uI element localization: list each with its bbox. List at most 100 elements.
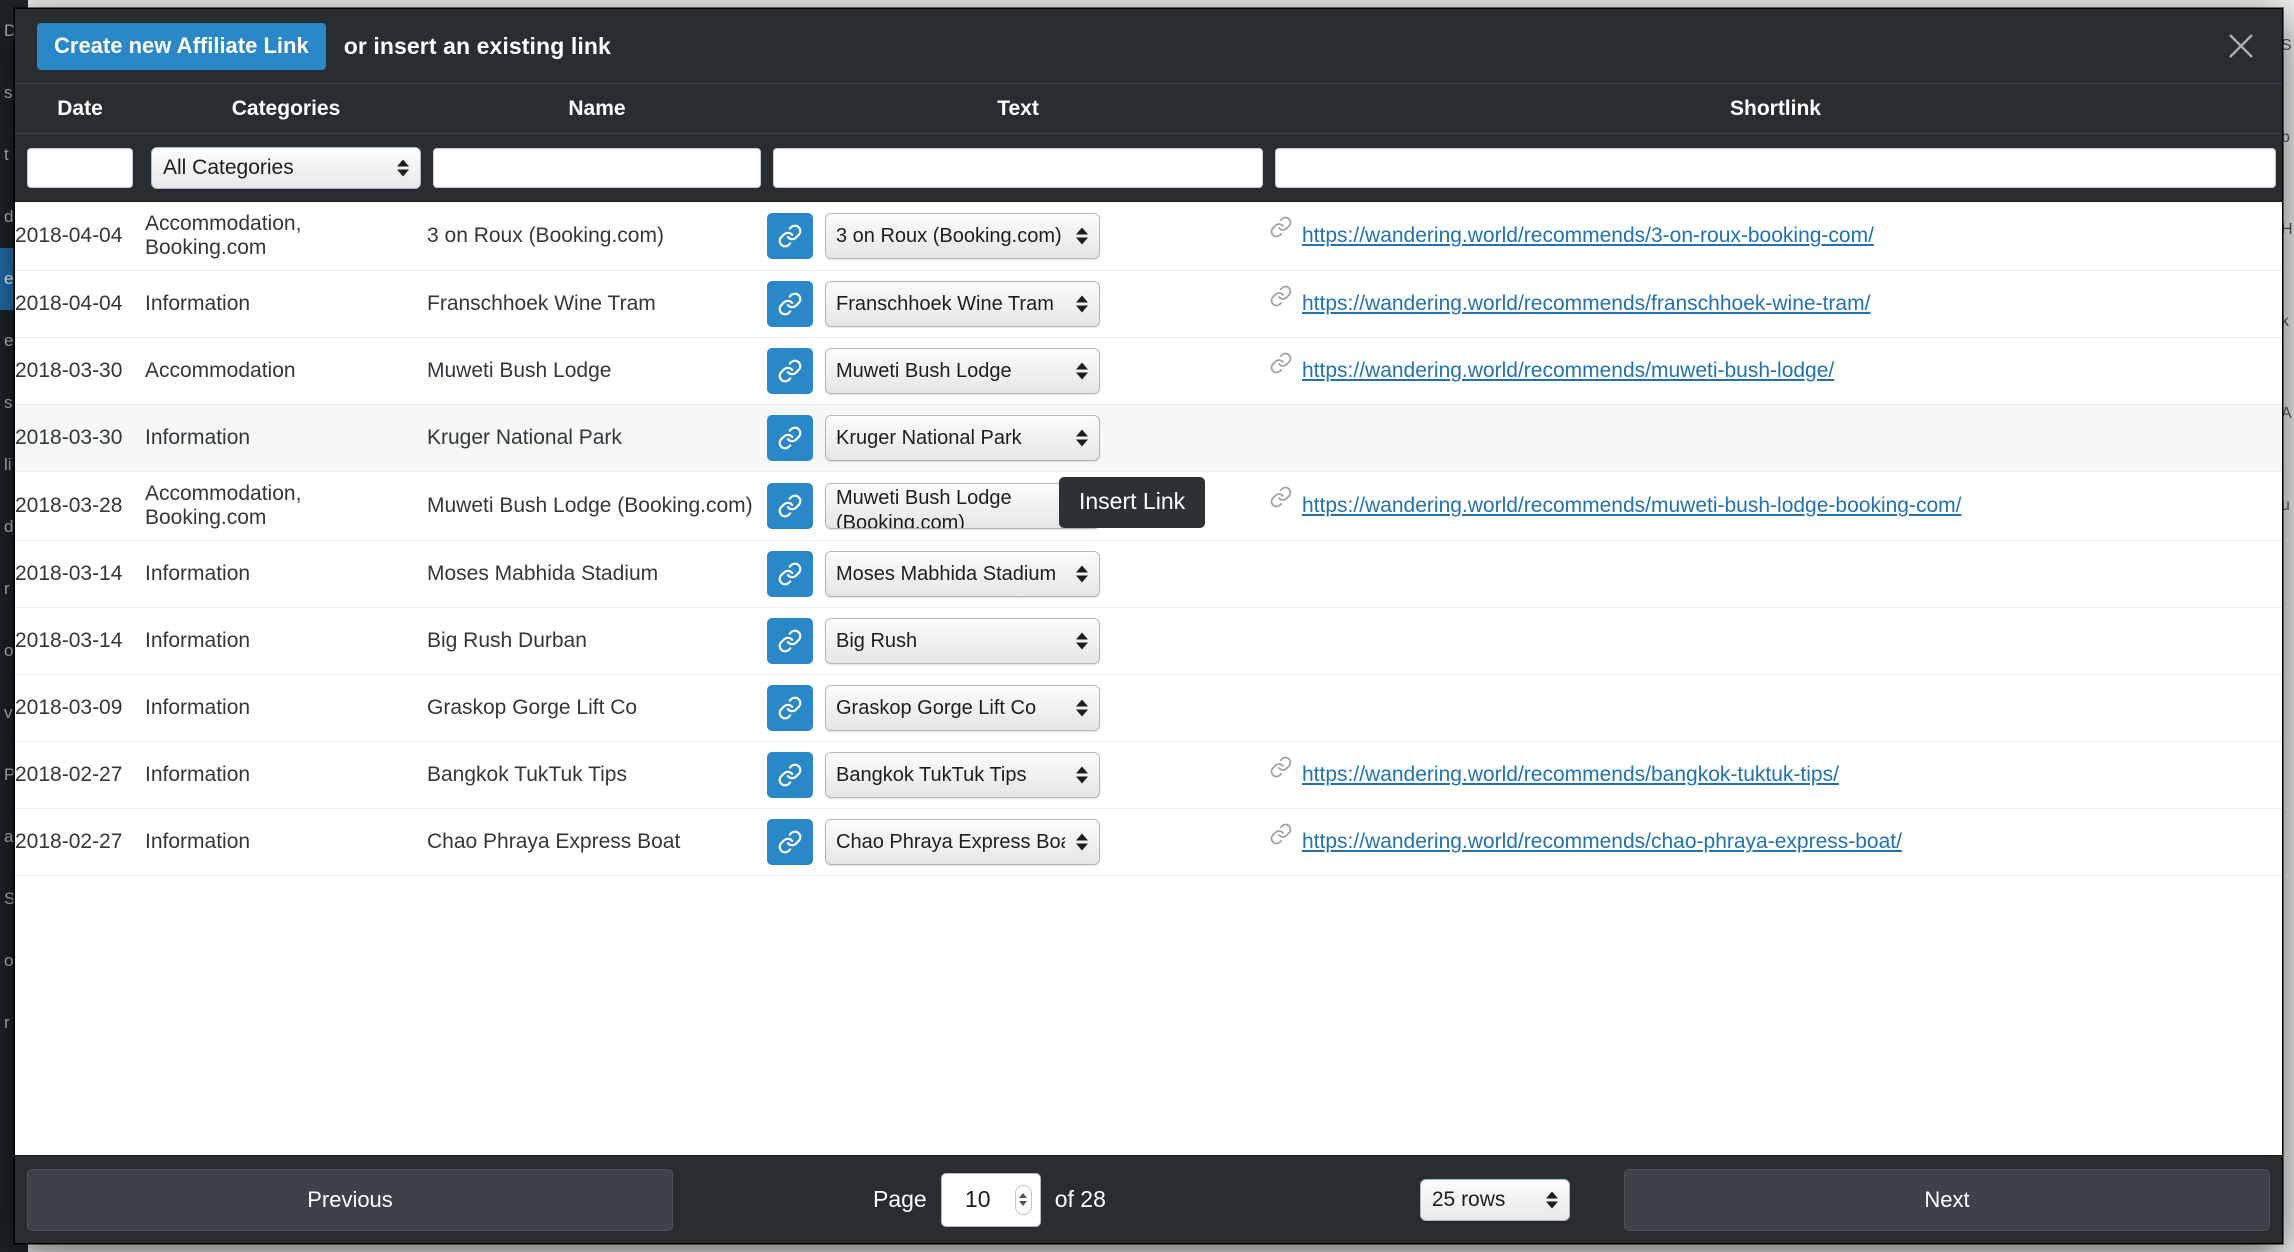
column-header-shortlink: Shortlink bbox=[1729, 96, 1821, 120]
previous-page-button[interactable]: Previous bbox=[27, 1168, 673, 1231]
link-text-select[interactable]: Graskop Gorge Lift Co bbox=[825, 685, 1100, 731]
cell-name: Franschhoek Wine Tram bbox=[427, 292, 656, 315]
close-icon[interactable] bbox=[2222, 27, 2260, 65]
cell-name: Big Rush Durban bbox=[427, 629, 587, 652]
create-new-affiliate-link-button[interactable]: Create new Affiliate Link bbox=[37, 22, 326, 70]
link-text-select-wrapper: Bangkok TukTuk Tips bbox=[825, 752, 1100, 798]
insert-link-button[interactable] bbox=[767, 685, 813, 731]
cell-shortlink bbox=[1269, 405, 2282, 471]
cell-shortlink: https://wandering.world/recommends/chao-… bbox=[1269, 809, 2282, 875]
shortlink-link[interactable]: https://wandering.world/recommends/frans… bbox=[1302, 289, 1870, 319]
cell-date: 2018-02-27 bbox=[15, 763, 123, 786]
link-chain-icon bbox=[1269, 351, 1293, 381]
link-text-select[interactable]: Moses Mabhida Stadium bbox=[825, 551, 1100, 597]
filter-name-input[interactable] bbox=[433, 147, 761, 188]
insert-link-button[interactable] bbox=[767, 213, 813, 259]
insert-link-button[interactable] bbox=[767, 819, 813, 865]
cell-text: Moses Mabhida Stadium bbox=[767, 541, 1269, 607]
insert-link-button[interactable] bbox=[767, 483, 813, 529]
page-controls: Page of 28 25 rows bbox=[873, 1172, 1570, 1227]
link-text-select-wrapper: Graskop Gorge Lift Co bbox=[825, 685, 1100, 731]
table-row[interactable]: 2018-03-28 Accommodation, Booking.com Muwe… bbox=[15, 472, 2282, 541]
pagination-footer: Previous Page of 28 25 rows Next bbox=[15, 1155, 2282, 1243]
affiliate-links-table[interactable]: 2018-04-04 Accommodation, Booking.com 3 on… bbox=[15, 202, 2282, 1155]
shortlink-link[interactable]: https://wandering.world/recommends/bangk… bbox=[1302, 760, 1839, 790]
cell-shortlink bbox=[1269, 675, 2282, 741]
cell-categories: Accommodation, Booking.com bbox=[145, 482, 302, 529]
column-header-name: Name bbox=[568, 96, 626, 120]
filter-categories-select-wrapper: All Categories bbox=[151, 146, 421, 189]
shortlink-link[interactable]: https://wandering.world/recommends/3-on-… bbox=[1302, 221, 1874, 251]
cell-categories: Information bbox=[145, 830, 251, 853]
table-row[interactable]: 2018-02-27 Information Bangkok TukTuk Tips… bbox=[15, 742, 2282, 809]
page-number-input[interactable] bbox=[940, 1172, 1041, 1227]
cell-shortlink: https://wandering.world/recommends/muwet… bbox=[1269, 338, 2282, 404]
link-chain-icon bbox=[1269, 284, 1293, 314]
next-page-button[interactable]: Next bbox=[1624, 1168, 2270, 1231]
table-row[interactable]: 2018-03-30 Information Kruger National Par… bbox=[15, 405, 2282, 472]
link-text-select-wrapper: Kruger National Park bbox=[825, 415, 1100, 461]
cell-name: Kruger National Park bbox=[427, 426, 622, 449]
column-header-categories: Categories bbox=[231, 96, 341, 120]
table-row[interactable]: 2018-03-14 Information Big Rush Durban Big … bbox=[15, 608, 2282, 675]
link-text-select-wrapper: Muweti Bush Lodge bbox=[825, 348, 1100, 394]
insert-link-button[interactable] bbox=[767, 415, 813, 461]
rows-per-page-select[interactable]: 25 rows bbox=[1419, 1178, 1570, 1221]
link-text-select-wrapper: Chao Phraya Express Boat bbox=[825, 819, 1100, 865]
table-row[interactable]: 2018-04-04 Accommodation, Booking.com 3 on… bbox=[15, 202, 2282, 271]
table-row[interactable]: 2018-03-09 Information Graskop Gorge Lift … bbox=[15, 675, 2282, 742]
filter-text-input[interactable] bbox=[773, 147, 1263, 188]
column-header-date: Date bbox=[57, 96, 103, 120]
link-text-select[interactable]: Muweti Bush Lodge (Booking.com) bbox=[825, 483, 1100, 529]
insert-link-button[interactable] bbox=[767, 348, 813, 394]
table-row[interactable]: 2018-04-04 Information Franschhoek Wine Tr… bbox=[15, 271, 2282, 338]
cell-name: Muweti Bush Lodge (Booking.com) bbox=[427, 494, 753, 517]
page-label: Page bbox=[873, 1186, 927, 1212]
filter-categories-select[interactable]: All Categories bbox=[151, 146, 421, 189]
link-text-select[interactable]: Franschhoek Wine Tram bbox=[825, 281, 1100, 327]
link-text-select[interactable]: Big Rush bbox=[825, 618, 1100, 664]
shortlink-link[interactable]: https://wandering.world/recommends/muwet… bbox=[1302, 491, 1961, 521]
link-text-select-wrapper: Big Rush bbox=[825, 618, 1100, 664]
cell-categories: Information bbox=[145, 696, 251, 719]
link-chain-icon bbox=[1269, 215, 1293, 245]
cell-shortlink: https://wandering.world/recommends/3-on-… bbox=[1269, 202, 2282, 270]
cell-text: Big Rush bbox=[767, 608, 1269, 674]
table-row[interactable]: 2018-02-27 Information Chao Phraya Express… bbox=[15, 809, 2282, 876]
link-chain-icon bbox=[1269, 485, 1293, 515]
table-row[interactable]: 2018-03-14 Information Moses Mabhida Stadi… bbox=[15, 541, 2282, 608]
link-text-select[interactable]: Chao Phraya Express Boat bbox=[825, 819, 1100, 865]
cell-name: Moses Mabhida Stadium bbox=[427, 562, 659, 585]
link-text-select[interactable]: 3 on Roux (Booking.com) bbox=[825, 213, 1100, 259]
cell-text: Kruger National Park bbox=[767, 405, 1269, 471]
cell-date: 2018-02-27 bbox=[15, 830, 123, 853]
link-chain-icon bbox=[1269, 755, 1293, 785]
cell-date: 2018-03-30 bbox=[15, 359, 123, 382]
table-row[interactable]: 2018-03-30 Accommodation Muweti Bush Lodge… bbox=[15, 338, 2282, 405]
link-text-select-wrapper: Muweti Bush Lodge (Booking.com) bbox=[825, 483, 1100, 529]
insert-link-button[interactable] bbox=[767, 551, 813, 597]
cell-text: Bangkok TukTuk Tips bbox=[767, 742, 1269, 808]
cell-categories: Information bbox=[145, 426, 251, 449]
cell-text: Franschhoek Wine Tram bbox=[767, 271, 1269, 337]
shortlink-link[interactable]: https://wandering.world/recommends/chao-… bbox=[1302, 827, 1902, 857]
link-text-select[interactable]: Muweti Bush Lodge bbox=[825, 348, 1100, 394]
insert-link-button[interactable] bbox=[767, 281, 813, 327]
cell-date: 2018-03-14 bbox=[15, 629, 123, 652]
insert-link-button[interactable] bbox=[767, 752, 813, 798]
filter-date-input[interactable] bbox=[27, 147, 133, 188]
cell-name: Muweti Bush Lodge bbox=[427, 359, 612, 382]
link-text-select[interactable]: Kruger National Park bbox=[825, 415, 1100, 461]
filter-shortlink-input[interactable] bbox=[1275, 147, 2276, 188]
shortlink-link[interactable]: https://wandering.world/recommends/muwet… bbox=[1302, 356, 1834, 386]
link-text-select[interactable]: Bangkok TukTuk Tips bbox=[825, 752, 1100, 798]
column-header-text: Text bbox=[997, 96, 1039, 120]
insert-link-button[interactable] bbox=[767, 618, 813, 664]
cell-shortlink: https://wandering.world/recommends/bangk… bbox=[1269, 742, 2282, 808]
cell-text: 3 on Roux (Booking.com) bbox=[767, 202, 1269, 270]
cell-categories: Information bbox=[145, 562, 251, 585]
cell-text: Muweti Bush Lodge bbox=[767, 338, 1269, 404]
cell-text: Muweti Bush Lodge (Booking.com) bbox=[767, 472, 1269, 540]
cell-name: Chao Phraya Express Boat bbox=[427, 830, 681, 853]
cell-shortlink bbox=[1269, 541, 2282, 607]
